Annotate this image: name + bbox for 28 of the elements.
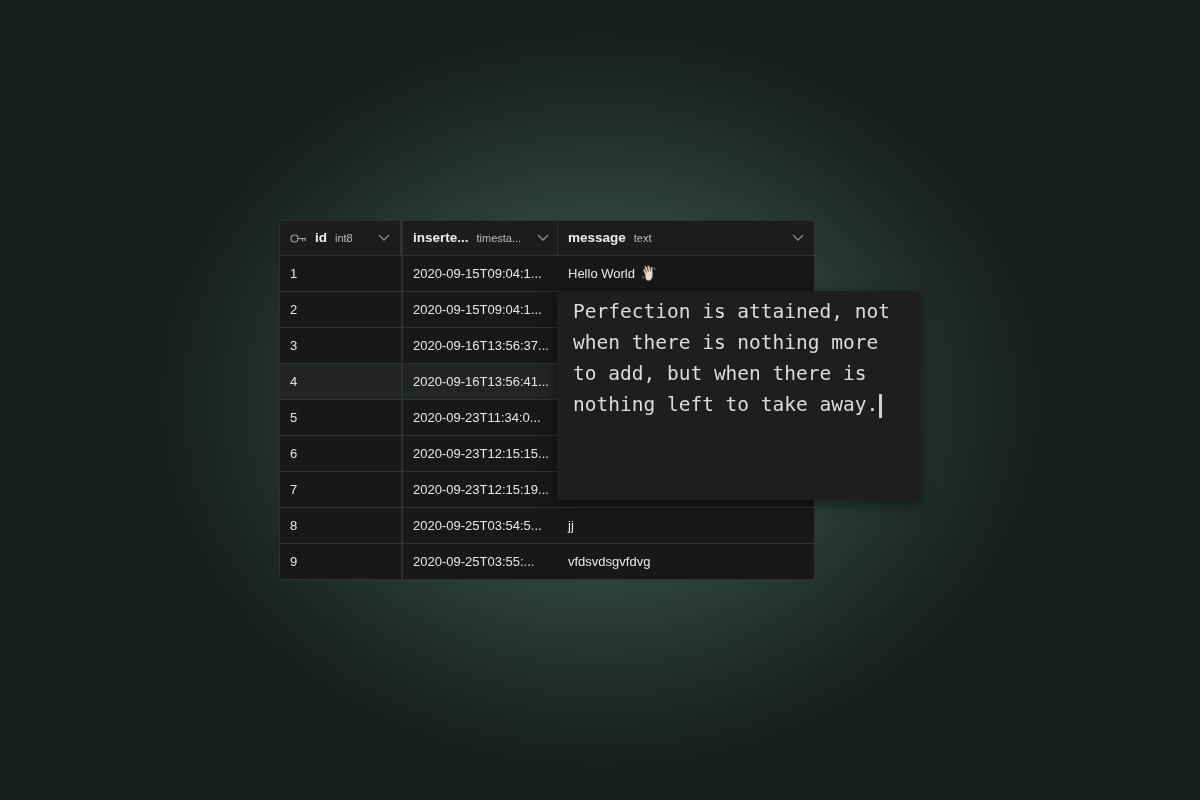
chevron-down-icon[interactable] — [378, 234, 390, 242]
column-name: id — [315, 228, 327, 247]
table-cell: 2020-09-16T13:56:37... — [403, 328, 557, 363]
column-type: int8 — [335, 230, 353, 246]
column-header[interactable]: id int8 — [280, 221, 400, 255]
table-cell-text: jj — [568, 516, 574, 535]
waving-hand-icon — [640, 265, 657, 282]
table-cell: 2020-09-16T13:56:41... — [403, 364, 557, 399]
column-type: text — [633, 230, 652, 246]
column-type: timesta... — [476, 230, 522, 246]
column-name: message — [568, 228, 626, 247]
table-cell: 2020-09-23T11:34:0... — [403, 400, 557, 435]
chevron-down-icon[interactable] — [537, 234, 550, 242]
table-cell: 2020-09-23T12:15:19... — [403, 472, 557, 507]
table-cell: 2020-09-15T09:04:1... — [403, 292, 557, 327]
table-cell: 2020-09-25T03:55:... — [403, 544, 557, 579]
table-cell-text: Hello World — [568, 264, 635, 283]
column-header[interactable]: inserte... timesta... — [403, 221, 557, 255]
table-cell: 2020-09-23T12:15:15... — [403, 436, 557, 471]
column-name: inserte... — [413, 228, 469, 247]
key-icon — [290, 233, 307, 243]
cell-editor-popover[interactable]: Perfection is attained, not when there is nothing more to add, but when there is nothing left to take away. — [557, 291, 920, 500]
column-header[interactable]: message text — [558, 221, 814, 255]
table-cell-text: vfdsvdsgvfdvg — [568, 552, 651, 571]
table-cell: 2020-09-25T03:54:5... — [403, 508, 557, 543]
chevron-down-icon[interactable] — [792, 234, 804, 242]
editor-text: Perfection is attained, not when there is nothing more to add, but when there is nothing left to take away. — [573, 299, 891, 420]
table-cell: 2020-09-15T09:04:1... — [403, 256, 557, 291]
